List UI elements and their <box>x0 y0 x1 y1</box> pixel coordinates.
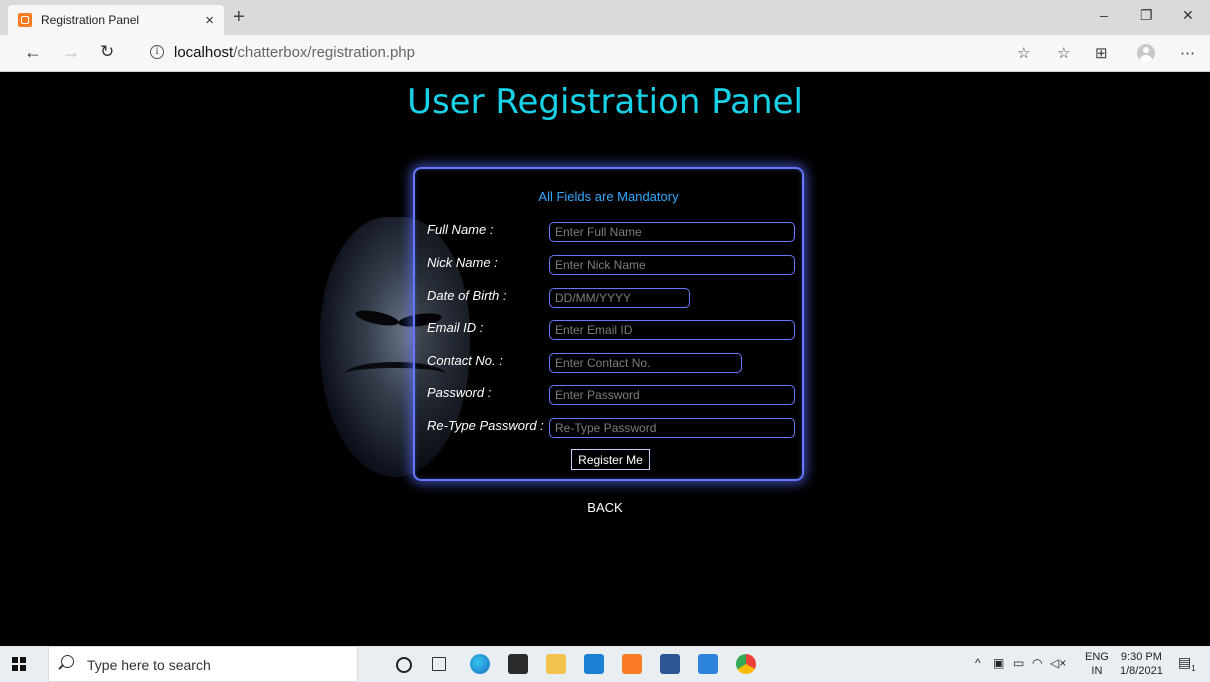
windows-taskbar: Type here to search ^ ▣ ▭ ◠ ◁× ENG IN 9:… <box>0 646 1210 682</box>
taskbar-search[interactable]: Type here to search <box>48 646 358 682</box>
word-icon[interactable] <box>660 654 680 674</box>
language-code: ENG <box>1085 651 1109 663</box>
battery-icon[interactable]: ▭ <box>1013 656 1024 670</box>
full-name-label: Full Name : <box>427 222 494 237</box>
favorites-list-icon[interactable]: ☆ <box>1057 44 1070 62</box>
tab-close-icon[interactable]: × <box>205 12 214 29</box>
more-menu-icon[interactable]: ⋯ <box>1180 44 1195 62</box>
mail-icon[interactable] <box>584 654 604 674</box>
page-title: User Registration Panel <box>407 82 803 122</box>
url-path: /chatterbox/registration.php <box>233 44 415 61</box>
tray-app-icon[interactable]: ▣ <box>993 656 1004 670</box>
store-icon[interactable] <box>508 654 528 674</box>
back-arrow-icon[interactable]: ← <box>24 43 42 61</box>
date-of-birth-input[interactable] <box>549 288 690 308</box>
back-link[interactable]: BACK <box>0 500 1210 515</box>
favorite-star-icon[interactable]: ☆ <box>1017 44 1030 62</box>
contact-input[interactable] <box>549 353 742 373</box>
address-bar-row: ← → ↻ i localhost/chatterbox/registratio… <box>0 35 1210 72</box>
system-clock[interactable]: 9:30 PM 1/8/2021 <box>1120 650 1163 678</box>
page-body: User Registration Panel All Fields are M… <box>0 72 1210 646</box>
mandatory-note: All Fields are Mandatory <box>538 189 679 204</box>
forward-arrow-icon[interactable]: → <box>62 43 80 61</box>
date-of-birth-label: Date of Birth : <box>427 288 507 303</box>
xampp-icon[interactable] <box>622 654 642 674</box>
site-info-icon[interactable]: i <box>150 45 164 59</box>
language-indicator[interactable]: ENG IN <box>1085 650 1109 678</box>
minimize-icon[interactable]: – <box>1100 7 1108 23</box>
clock-date: 1/8/2021 <box>1120 665 1163 677</box>
xampp-favicon-icon <box>18 13 32 27</box>
language-region: IN <box>1091 665 1103 677</box>
tab-strip: Registration Panel × + – ❐ ✕ <box>0 0 1210 35</box>
url-field[interactable]: localhost/chatterbox/registration.php <box>174 44 415 61</box>
password-label: Password : <box>427 385 492 400</box>
retype-password-label: Re-Type Password : <box>427 418 544 433</box>
chrome-icon[interactable] <box>736 654 756 674</box>
cortana-icon[interactable] <box>396 657 412 673</box>
clock-time: 9:30 PM <box>1120 651 1162 663</box>
tray-chevron-icon[interactable]: ^ <box>975 656 981 670</box>
full-name-input[interactable] <box>549 222 795 242</box>
password-input[interactable] <box>549 385 795 405</box>
wifi-icon[interactable]: ◠ <box>1032 656 1042 670</box>
file-explorer-icon[interactable] <box>546 654 566 674</box>
registration-form: All Fields are Mandatory Full Name : Nic… <box>413 167 804 481</box>
email-label: Email ID : <box>427 320 484 335</box>
register-button[interactable]: Register Me <box>571 449 650 470</box>
profile-avatar-icon[interactable] <box>1137 44 1155 62</box>
contact-label: Contact No. : <box>427 353 503 368</box>
taskbar-search-placeholder: Type here to search <box>87 657 211 673</box>
photos-icon[interactable] <box>698 654 718 674</box>
collections-icon[interactable]: ⊞ <box>1095 44 1108 62</box>
search-icon <box>61 655 74 668</box>
edge-icon[interactable] <box>470 654 490 674</box>
refresh-icon[interactable]: ↻ <box>100 43 114 61</box>
retype-password-input[interactable] <box>549 418 795 438</box>
notification-count: 1 <box>1191 663 1196 673</box>
new-tab-icon[interactable]: + <box>233 5 245 29</box>
email-input[interactable] <box>549 320 795 340</box>
volume-mute-icon[interactable]: ◁× <box>1050 656 1066 670</box>
tab-title: Registration Panel <box>41 13 140 27</box>
nick-name-input[interactable] <box>549 255 795 275</box>
notification-icon[interactable]: ▤1 <box>1178 654 1196 673</box>
browser-tab[interactable]: Registration Panel × <box>8 5 224 35</box>
close-window-icon[interactable]: ✕ <box>1182 7 1194 24</box>
task-view-icon[interactable] <box>432 657 446 671</box>
url-host: localhost <box>174 44 234 61</box>
windows-start-icon[interactable] <box>12 657 26 671</box>
nick-name-label: Nick Name : <box>427 255 498 270</box>
maximize-icon[interactable]: ❐ <box>1140 7 1153 24</box>
